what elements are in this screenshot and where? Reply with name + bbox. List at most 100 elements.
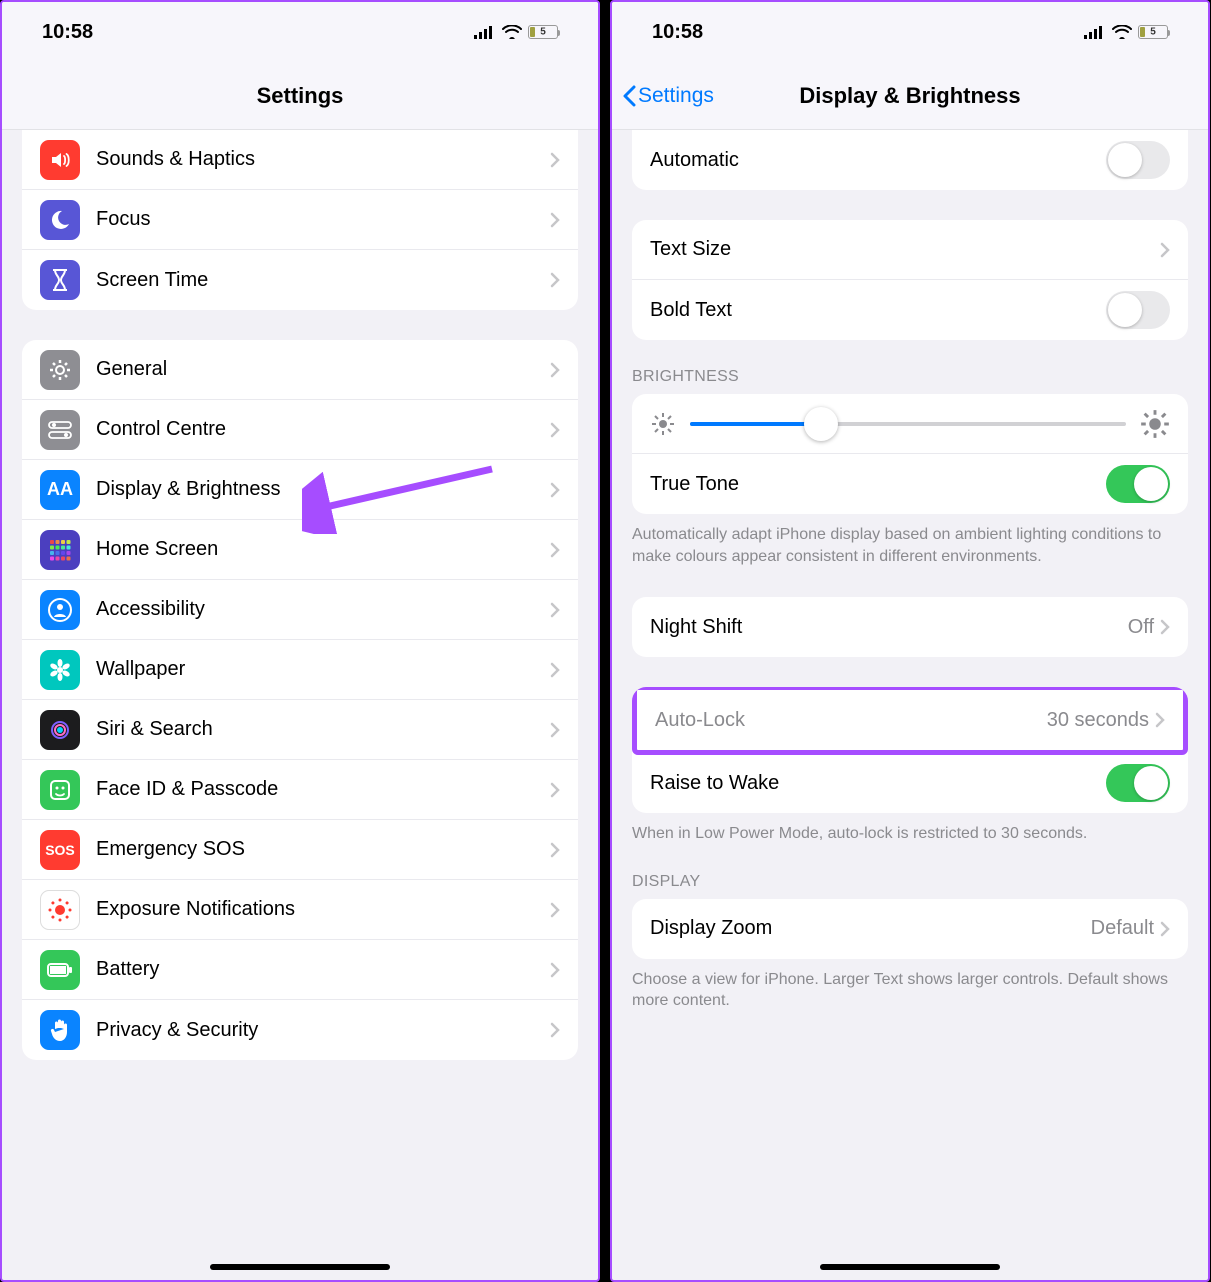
- text-size-label: Text Size: [650, 238, 1160, 261]
- sounds-label: Sounds & Haptics: [96, 148, 550, 171]
- siri-label: Siri & Search: [96, 718, 550, 741]
- status-bar: 10:58 5: [612, 2, 1208, 62]
- focus-icon: [40, 200, 80, 240]
- chevron-right-icon: [1160, 242, 1170, 258]
- appearance-group: Automatic: [632, 130, 1188, 190]
- true-tone-toggle[interactable]: [1106, 465, 1170, 503]
- chevron-right-icon: [550, 362, 560, 378]
- row-exposure[interactable]: Exposure Notifications: [22, 880, 578, 940]
- homescreen-label: Home Screen: [96, 538, 550, 561]
- battery-icon: 5: [528, 25, 558, 39]
- display-header: DISPLAY: [632, 873, 1188, 891]
- chevron-right-icon: [550, 482, 560, 498]
- row-true-tone[interactable]: True Tone: [632, 454, 1188, 514]
- sounds-icon: [40, 140, 80, 180]
- chevron-right-icon: [550, 722, 560, 738]
- accessibility-label: Accessibility: [96, 598, 550, 621]
- privacy-icon: [40, 1010, 80, 1050]
- chevron-right-icon: [1160, 619, 1170, 635]
- row-sounds[interactable]: Sounds & Haptics: [22, 130, 578, 190]
- row-night-shift[interactable]: Night Shift Off: [632, 597, 1188, 657]
- chevron-left-icon: [622, 85, 636, 107]
- chevron-right-icon: [550, 902, 560, 918]
- row-auto-lock[interactable]: Auto-Lock 30 seconds: [637, 690, 1183, 750]
- wifi-icon: [502, 25, 522, 39]
- signal-icon: [1084, 25, 1106, 39]
- nav-header: Settings: [2, 62, 598, 130]
- row-homescreen[interactable]: Home Screen: [22, 520, 578, 580]
- back-label: Settings: [638, 84, 714, 108]
- page-title: Display & Brightness: [799, 83, 1020, 109]
- text-group: Text Size Bold Text: [632, 220, 1188, 340]
- bold-text-label: Bold Text: [650, 299, 1106, 322]
- row-sos[interactable]: SOSEmergency SOS: [22, 820, 578, 880]
- brightness-high-icon: [1140, 409, 1170, 439]
- settings-group-1: Sounds & Haptics Focus Screen Time: [22, 130, 578, 310]
- display-zoom-value: Default: [1091, 917, 1154, 940]
- raise-to-wake-toggle[interactable]: [1106, 764, 1170, 802]
- chevron-right-icon: [550, 212, 560, 228]
- row-brightness-slider[interactable]: [632, 394, 1188, 454]
- chevron-right-icon: [550, 272, 560, 288]
- automatic-toggle[interactable]: [1106, 141, 1170, 179]
- row-accessibility[interactable]: Accessibility: [22, 580, 578, 640]
- brightness-group: True Tone: [632, 394, 1188, 514]
- back-button[interactable]: Settings: [622, 84, 714, 108]
- row-siri[interactable]: Siri & Search: [22, 700, 578, 760]
- display-icon: AA: [40, 470, 80, 510]
- auto-lock-highlight: Auto-Lock 30 seconds: [632, 687, 1188, 755]
- general-label: General: [96, 358, 550, 381]
- battery-icon: 5: [1138, 25, 1168, 39]
- row-bold-text[interactable]: Bold Text: [632, 280, 1188, 340]
- chevron-right-icon: [550, 662, 560, 678]
- settings-group-2: General Control Centre AA Display & Brightn…: [22, 340, 578, 1060]
- chevron-right-icon: [550, 422, 560, 438]
- focus-label: Focus: [96, 208, 550, 231]
- chevron-right-icon: [550, 962, 560, 978]
- page-title: Settings: [257, 83, 344, 109]
- chevron-right-icon: [550, 542, 560, 558]
- screentime-icon: [40, 260, 80, 300]
- chevron-right-icon: [1160, 921, 1170, 937]
- wallpaper-label: Wallpaper: [96, 658, 550, 681]
- chevron-right-icon: [550, 782, 560, 798]
- auto-lock-footer: When in Low Power Mode, auto-lock is res…: [632, 823, 1188, 845]
- chevron-right-icon: [550, 842, 560, 858]
- display-zoom-label: Display Zoom: [650, 917, 1091, 940]
- row-focus[interactable]: Focus: [22, 190, 578, 250]
- row-text-size[interactable]: Text Size: [632, 220, 1188, 280]
- sos-label: Emergency SOS: [96, 838, 550, 861]
- row-display[interactable]: AA Display & Brightness: [22, 460, 578, 520]
- brightness-slider[interactable]: [690, 422, 1126, 426]
- row-wallpaper[interactable]: Wallpaper: [22, 640, 578, 700]
- night-shift-group: Night Shift Off: [632, 597, 1188, 657]
- controlcentre-label: Control Centre: [96, 418, 550, 441]
- screentime-label: Screen Time: [96, 269, 550, 292]
- status-icons: 5: [1084, 25, 1168, 39]
- left-phone-settings: 10:58 5 Settings Sounds & Haptics Focus Sc…: [0, 0, 600, 1282]
- exposure-icon: [40, 890, 80, 930]
- row-battery[interactable]: Battery: [22, 940, 578, 1000]
- faceid-label: Face ID & Passcode: [96, 778, 550, 801]
- row-privacy[interactable]: Privacy & Security: [22, 1000, 578, 1060]
- row-display-zoom[interactable]: Display Zoom Default: [632, 899, 1188, 959]
- status-bar: 10:58 5: [2, 2, 598, 62]
- chevron-right-icon: [550, 602, 560, 618]
- row-automatic[interactable]: Automatic: [632, 130, 1188, 190]
- display-zoom-group: Display Zoom Default: [632, 899, 1188, 959]
- home-indicator[interactable]: [820, 1264, 1000, 1270]
- row-general[interactable]: General: [22, 340, 578, 400]
- row-screentime[interactable]: Screen Time: [22, 250, 578, 310]
- display-label: Display & Brightness: [96, 478, 550, 501]
- home-indicator[interactable]: [210, 1264, 390, 1270]
- bold-text-toggle[interactable]: [1106, 291, 1170, 329]
- row-raise-to-wake[interactable]: Raise to Wake: [632, 753, 1188, 813]
- night-shift-value: Off: [1128, 616, 1154, 639]
- true-tone-footer: Automatically adapt iPhone display based…: [632, 524, 1188, 567]
- wallpaper-icon: [40, 650, 80, 690]
- faceid-icon: [40, 770, 80, 810]
- row-controlcentre[interactable]: Control Centre: [22, 400, 578, 460]
- general-icon: [40, 350, 80, 390]
- auto-lock-group: Auto-Lock 30 seconds Raise to Wake: [632, 687, 1188, 813]
- row-faceid[interactable]: Face ID & Passcode: [22, 760, 578, 820]
